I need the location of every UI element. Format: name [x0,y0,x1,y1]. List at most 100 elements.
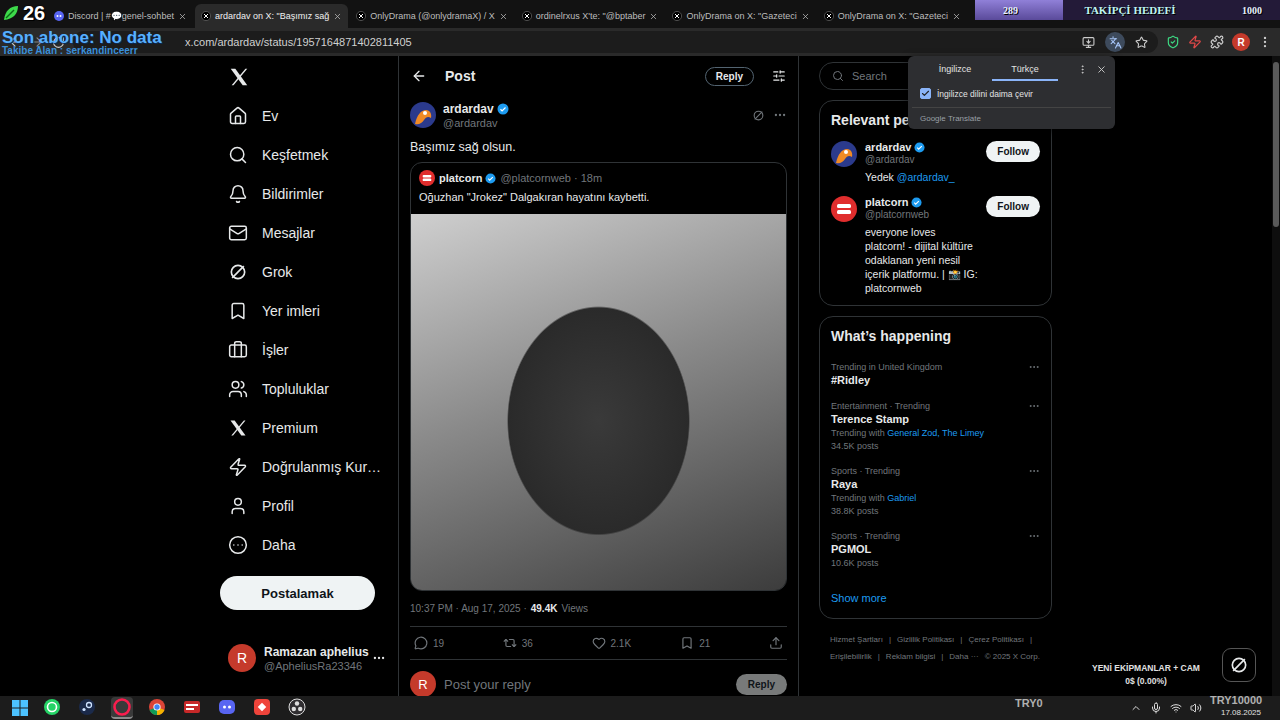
share-icon[interactable] [769,636,783,650]
sidebar-item[interactable]: Profil [220,486,398,525]
always-translate-option[interactable]: İngilizce dilini daima çevir [908,82,1115,105]
taskbar-app[interactable] [181,697,203,719]
voicemeeter-icon[interactable] [183,698,201,716]
close-tab-icon[interactable] [801,12,810,21]
network-icon[interactable] [1170,702,1182,714]
footer-link[interactable]: Daha ··· [949,648,978,665]
taskbar-app[interactable] [216,697,238,719]
sidebar-item[interactable]: Mesajlar [220,213,398,252]
language-tab[interactable]: İngilizce [922,58,988,81]
browser-tab[interactable]: Discord | #💬genel-sohbet [48,4,193,28]
close-tab-icon[interactable] [178,12,187,21]
footer-link[interactable]: Hizmet Şartları [830,631,883,648]
close-tab-icon[interactable] [952,12,961,21]
sidebar-item[interactable]: İşler [220,330,398,369]
language-tab[interactable]: Türkçe [992,58,1058,81]
steam-icon[interactable] [78,698,96,716]
close-tab-icon[interactable] [333,12,342,21]
trend-item[interactable]: Trending in United Kingdom#Ridley [820,355,1051,394]
close-tab-icon[interactable] [499,12,508,21]
trend-item[interactable]: Sports · TrendingPGMOL10.6K posts [820,524,1051,576]
trend-more-icon[interactable] [1028,530,1040,542]
obs-icon[interactable] [288,698,306,716]
browser-menu-icon[interactable] [1258,35,1272,49]
trend-item[interactable]: Sports · TrendingRayaTrending with Gabri… [820,459,1051,524]
author-handle[interactable]: @ardardav [443,117,745,129]
like-action[interactable]: 2.1K [592,636,632,650]
opera-gx-icon[interactable] [113,698,131,716]
trend-more-icon[interactable] [1028,465,1040,477]
chrome-icon[interactable] [148,698,166,716]
sidebar-item[interactable]: Topluluklar [220,369,398,408]
browser-tab[interactable]: ordinelrxus X'te: "@bptaber [516,4,665,28]
browser-tab[interactable]: OnlyDrama on X: "Gazeteci [666,4,815,28]
popup-close-icon[interactable] [1096,64,1107,75]
mic-icon[interactable] [1150,702,1162,714]
popup-menu-icon[interactable] [1077,64,1088,75]
bookmark-action[interactable]: 21 [680,636,720,650]
volume-icon[interactable] [1190,702,1202,714]
taskbar-app[interactable] [76,697,98,719]
shield-extension-icon[interactable] [1166,35,1180,49]
address-bar[interactable]: x.com/ardardav/status/195716487140281140… [73,31,1158,53]
browser-tab[interactable]: OnlyDrama on X: "Gazeteci [818,4,967,28]
x-home-link[interactable] [220,64,398,90]
taskbar-app[interactable] [146,697,168,719]
reply-header-button[interactable]: Reply [705,67,754,86]
grok-button[interactable] [1222,648,1256,682]
footer-link[interactable]: Erişilebilirlik [830,648,872,665]
filter-icon[interactable] [772,69,786,83]
sidebar-item[interactable]: Ev [220,96,398,135]
checkbox[interactable] [920,88,931,99]
discord-icon[interactable] [218,698,236,716]
footer-link[interactable]: © 2025 X Corp. [985,648,1040,665]
quoted-tweet[interactable]: platcorn@platcornweb · 18mOğuzhan "Jroke… [410,162,787,591]
post-button[interactable]: Postalamak [220,576,375,610]
footer-link[interactable]: Reklam bilgisi [886,648,935,665]
follow-button[interactable]: Follow [986,196,1040,217]
close-tab-icon[interactable] [649,12,658,21]
trend-more-icon[interactable] [1028,400,1040,412]
taskbar-app[interactable] [251,697,273,719]
sidebar-item[interactable]: Grok [220,252,398,291]
windows-start-icon[interactable] [12,700,28,716]
browser-tab[interactable]: ardardav on X: "Başımız sağ [195,4,348,28]
person-name[interactable]: ardardav [865,141,978,153]
back-arrow-icon[interactable] [411,68,427,84]
translate-button[interactable] [1105,32,1125,52]
whatsapp-icon[interactable] [43,698,61,716]
follow-button[interactable]: Follow [986,141,1040,162]
tray-chevron-icon[interactable] [1130,702,1142,714]
scrollbar[interactable] [1272,56,1280,696]
bookmark-star-icon[interactable] [1135,36,1148,49]
trend-more-icon[interactable] [1028,361,1040,373]
reply-button[interactable]: Reply [736,674,787,695]
footer-link[interactable]: Gizlilik Politikası [897,631,954,648]
sidebar-item[interactable]: Yer imleri [220,291,398,330]
sidebar-item[interactable]: Keşfetmek [220,135,398,174]
browser-profile[interactable]: R [1232,33,1250,51]
sidebar-item[interactable]: Premium [220,408,398,447]
person-name[interactable]: platcorn [865,196,978,208]
red-extension-icon[interactable] [1188,35,1202,49]
tweet-more-icon[interactable] [773,108,787,122]
reply-input[interactable]: Post your reply [444,677,728,692]
taskbar-app[interactable] [286,697,308,719]
show-more-link[interactable]: Show more [820,576,1051,618]
extensions-icon[interactable] [1210,35,1224,49]
author-name[interactable]: ardardav [443,102,745,116]
trend-item[interactable]: Entertainment · TrendingTerence StampTre… [820,394,1051,459]
sidebar-item[interactable]: Doğrulanmış Kur… [220,447,398,486]
sidebar-item[interactable]: Daha [220,525,398,564]
taskbar-app[interactable] [41,697,63,719]
install-icon[interactable] [1082,36,1095,49]
reply-action[interactable]: 19 [414,636,454,650]
footer-link[interactable]: Çerez Politikası [968,631,1024,648]
account-switcher[interactable]: RRamazan aphelius@ApheliusRa23346 [220,644,390,672]
repost-action[interactable]: 36 [503,636,543,650]
anydesk-icon[interactable] [253,698,271,716]
browser-tab[interactable]: OnlyDrama (@onlydramaX) / X [350,4,514,28]
sidebar-item[interactable]: Bildirimler [220,174,398,213]
quote-photo[interactable] [411,214,786,590]
taskbar-app[interactable] [111,697,133,719]
